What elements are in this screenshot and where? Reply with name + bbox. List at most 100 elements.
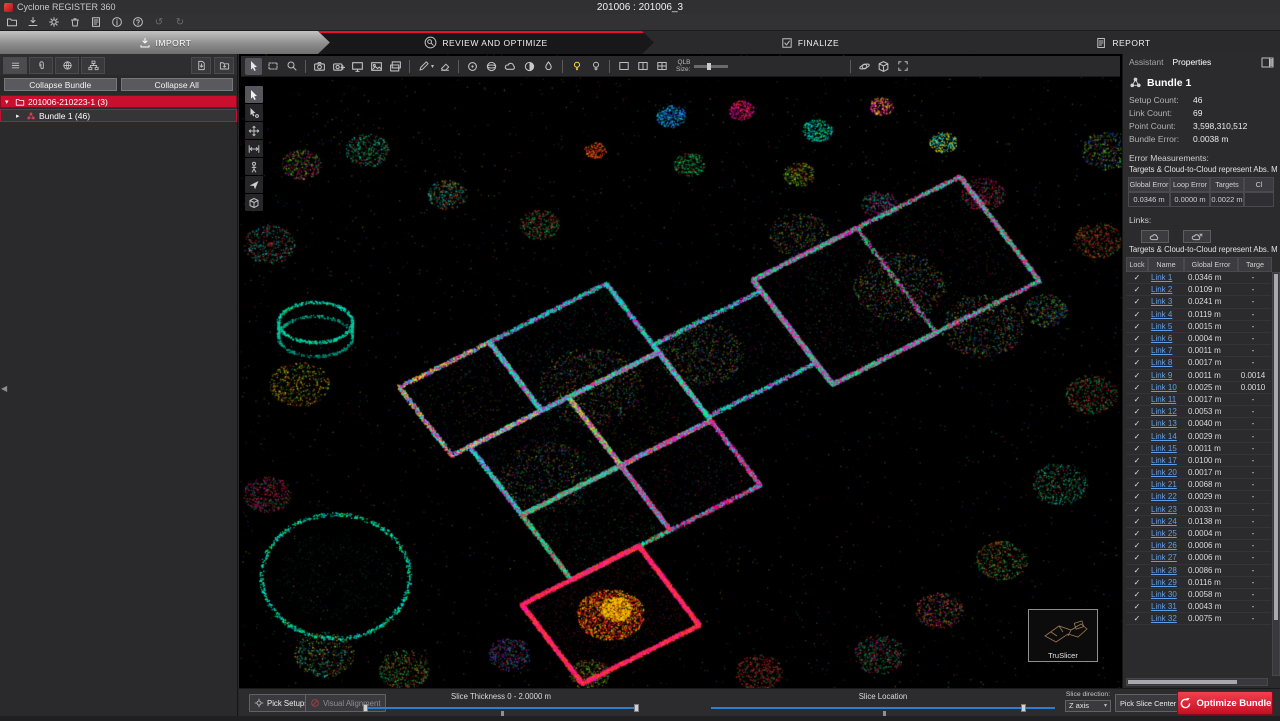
lock-check-icon[interactable]: ✓ xyxy=(1126,419,1148,428)
link-name[interactable]: Link 11 xyxy=(1148,395,1184,404)
link-row[interactable]: ✓Link 140.0029 m- xyxy=(1126,430,1271,442)
link-row[interactable]: ✓Link 290.0116 m- xyxy=(1126,577,1271,589)
import-file-icon[interactable] xyxy=(191,57,211,74)
lock-check-icon[interactable]: ✓ xyxy=(1126,432,1148,441)
lock-check-icon[interactable]: ✓ xyxy=(1126,614,1148,623)
link-name[interactable]: Link 20 xyxy=(1148,468,1184,477)
link-row[interactable]: ✓Link 260.0006 m- xyxy=(1126,540,1271,552)
optimize-bundle-button[interactable]: Optimize Bundle xyxy=(1177,691,1273,715)
lock-check-icon[interactable]: ✓ xyxy=(1126,334,1148,343)
remove-cloud-link-button[interactable] xyxy=(1183,230,1211,243)
link-name[interactable]: Link 31 xyxy=(1148,602,1184,611)
rectangle-select-icon[interactable] xyxy=(264,58,281,75)
light-off-icon[interactable] xyxy=(587,58,604,75)
link-row[interactable]: ✓Link 40.0119 m- xyxy=(1126,309,1271,321)
link-name[interactable]: Link 21 xyxy=(1148,480,1184,489)
lock-check-icon[interactable]: ✓ xyxy=(1126,310,1148,319)
link-row[interactable]: ✓Link 60.0004 m- xyxy=(1126,333,1271,345)
link-name[interactable]: Link 27 xyxy=(1148,553,1184,562)
link-row[interactable]: ✓Link 100.0025 m0.0010 xyxy=(1126,382,1271,394)
slider-handle-max[interactable] xyxy=(634,704,639,712)
pick-tool-icon[interactable] xyxy=(245,86,263,103)
link-row[interactable]: ✓Link 150.0011 m- xyxy=(1126,443,1271,455)
single-view-icon[interactable] xyxy=(615,58,632,75)
link-name[interactable]: Link 10 xyxy=(1148,383,1184,392)
link-name[interactable]: Link 28 xyxy=(1148,566,1184,575)
eraser-icon[interactable] xyxy=(436,58,453,75)
link-row[interactable]: ✓Link 310.0043 m- xyxy=(1126,601,1271,613)
slice-thickness-slider[interactable] xyxy=(365,707,637,709)
slice-location-slider[interactable] xyxy=(711,707,1055,709)
link-name[interactable]: Link 23 xyxy=(1148,505,1184,514)
cube-view-icon[interactable] xyxy=(245,194,263,211)
link-name[interactable]: Link 9 xyxy=(1148,371,1184,380)
link-row[interactable]: ✓Link 50.0015 m- xyxy=(1126,321,1271,333)
annotate-pencil-icon[interactable] xyxy=(415,58,432,75)
link-row[interactable]: ✓Link 90.0011 m0.0014 xyxy=(1126,370,1271,382)
orbit-view-icon[interactable] xyxy=(856,58,873,75)
slider-handle[interactable] xyxy=(1021,704,1026,712)
tree-item-project[interactable]: ▾ 201006-210223-1 (3) xyxy=(0,95,237,108)
collapse-all-button[interactable]: Collapse All xyxy=(121,78,234,91)
slider-handle-min[interactable] xyxy=(363,704,368,712)
link-name[interactable]: Link 7 xyxy=(1148,346,1184,355)
link-row[interactable]: ✓Link 170.0100 m- xyxy=(1126,455,1271,467)
caret-down-icon[interactable]: ▾ xyxy=(5,98,12,106)
link-row[interactable]: ✓Link 70.0011 m- xyxy=(1126,345,1271,357)
report-list-icon[interactable] xyxy=(89,15,103,29)
lock-check-icon[interactable]: ✓ xyxy=(1126,444,1148,453)
lock-check-icon[interactable]: ✓ xyxy=(1126,505,1148,514)
panel-layout-icon[interactable] xyxy=(1261,57,1274,68)
scrollbar-thumb[interactable] xyxy=(1274,274,1278,620)
link-row[interactable]: ✓Link 280.0086 m- xyxy=(1126,565,1271,577)
walk-mode-icon[interactable] xyxy=(245,158,263,175)
sphere-mode-icon[interactable] xyxy=(483,58,500,75)
link-name[interactable]: Link 2 xyxy=(1148,285,1184,294)
link-row[interactable]: ✓Link 130.0040 m- xyxy=(1126,418,1271,430)
links-vertical-scrollbar[interactable] xyxy=(1272,272,1280,676)
camera-icon[interactable] xyxy=(311,58,328,75)
link-name[interactable]: Link 3 xyxy=(1148,297,1184,306)
link-row[interactable]: ✓Link 200.0017 m- xyxy=(1126,467,1271,479)
link-name[interactable]: Link 14 xyxy=(1148,432,1184,441)
link-row[interactable]: ✓Link 110.0017 m- xyxy=(1126,394,1271,406)
lock-check-icon[interactable]: ✓ xyxy=(1126,395,1148,404)
point-cloud-canvas[interactable] xyxy=(239,54,1122,688)
link-row[interactable]: ✓Link 320.0075 m- xyxy=(1126,613,1271,625)
link-row[interactable]: ✓Link 250.0004 m- xyxy=(1126,528,1271,540)
lock-check-icon[interactable]: ✓ xyxy=(1126,383,1148,392)
qlb-slider-handle[interactable] xyxy=(707,63,711,70)
links-horizontal-scrollbar[interactable] xyxy=(1126,678,1268,686)
add-cloud-link-button[interactable] xyxy=(1141,230,1169,243)
qlb-size-slider[interactable] xyxy=(694,65,728,68)
lock-check-icon[interactable]: ✓ xyxy=(1126,468,1148,477)
link-row[interactable]: ✓Link 270.0006 m- xyxy=(1126,552,1271,564)
multi-pick-tool-icon[interactable] xyxy=(245,104,263,121)
view-orientation-icon[interactable] xyxy=(875,58,892,75)
link-name[interactable]: Link 25 xyxy=(1148,529,1184,538)
tab-geotags[interactable] xyxy=(55,57,79,74)
lock-check-icon[interactable]: ✓ xyxy=(1126,517,1148,526)
lock-check-icon[interactable]: ✓ xyxy=(1126,590,1148,599)
lock-check-icon[interactable]: ✓ xyxy=(1126,346,1148,355)
link-name[interactable]: Link 26 xyxy=(1148,541,1184,550)
link-name[interactable]: Link 8 xyxy=(1148,358,1184,367)
image-stack-icon[interactable] xyxy=(387,58,404,75)
settings-gear-icon[interactable] xyxy=(47,15,61,29)
lock-check-icon[interactable]: ✓ xyxy=(1126,566,1148,575)
link-row[interactable]: ✓Link 240.0138 m- xyxy=(1126,516,1271,528)
lock-check-icon[interactable]: ✓ xyxy=(1126,492,1148,501)
panel-collapse-icon[interactable]: ◀ xyxy=(1,384,7,393)
link-name[interactable]: Link 24 xyxy=(1148,517,1184,526)
workflow-step-finalize[interactable]: FINALIZE xyxy=(642,31,978,54)
lock-check-icon[interactable]: ✓ xyxy=(1126,273,1148,282)
link-name[interactable]: Link 4 xyxy=(1148,310,1184,319)
target-mode-icon[interactable] xyxy=(464,58,481,75)
lock-check-icon[interactable]: ✓ xyxy=(1126,602,1148,611)
lock-check-icon[interactable]: ✓ xyxy=(1126,480,1148,489)
link-name[interactable]: Link 6 xyxy=(1148,334,1184,343)
open-project-icon[interactable] xyxy=(5,15,19,29)
workflow-step-import[interactable]: IMPORT xyxy=(0,31,330,54)
lock-check-icon[interactable]: ✓ xyxy=(1126,407,1148,416)
collapse-bundle-button[interactable]: Collapse Bundle xyxy=(4,78,117,91)
